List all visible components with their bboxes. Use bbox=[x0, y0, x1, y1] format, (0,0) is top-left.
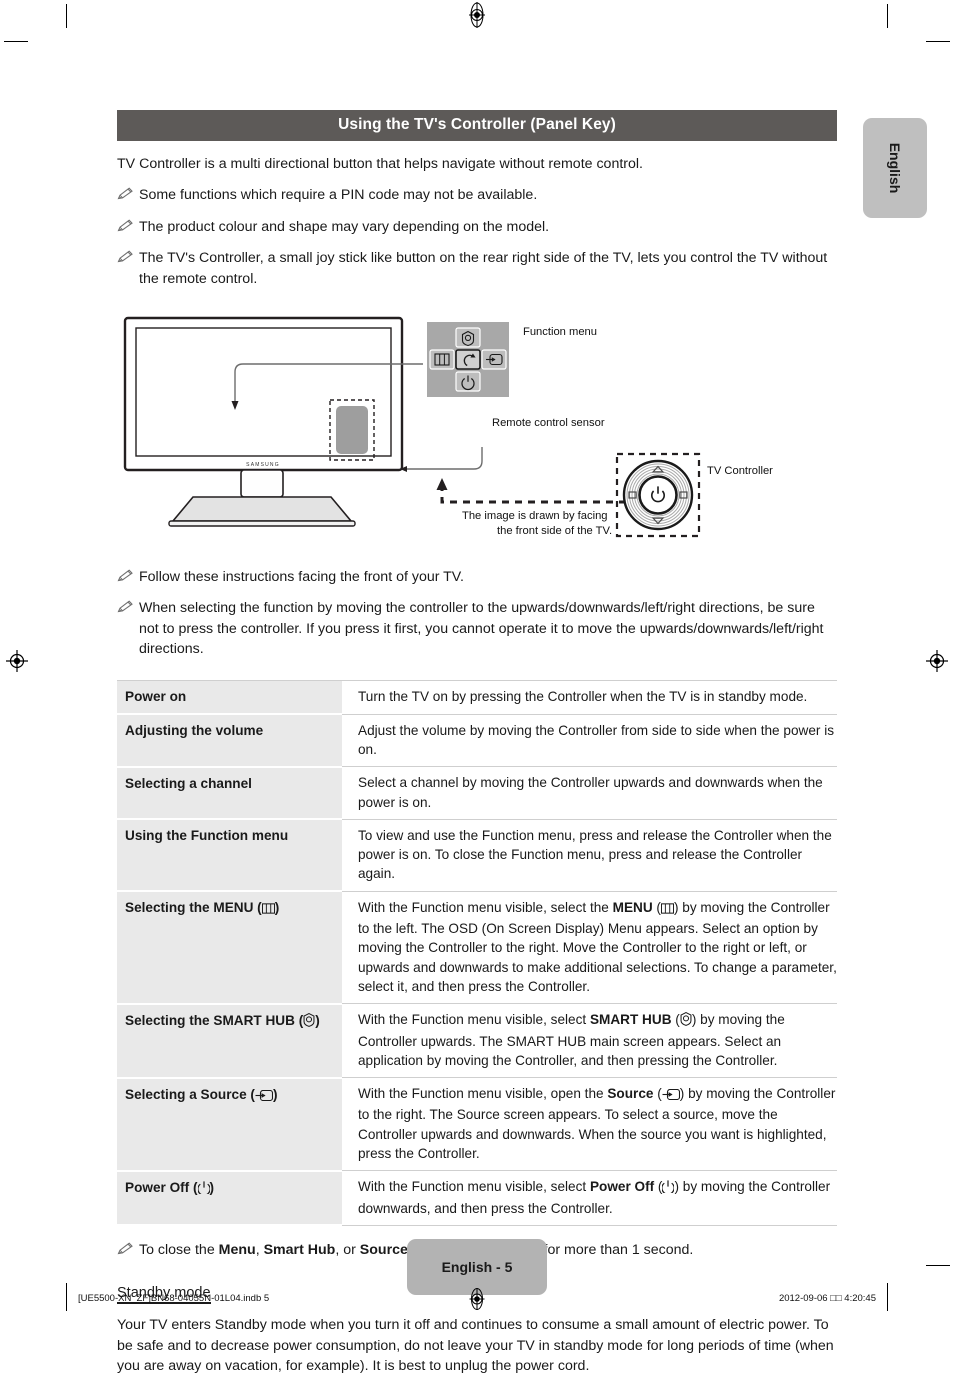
svg-text:SAMSUNG: SAMSUNG bbox=[246, 462, 280, 468]
facing-note-line-1: The image is drawn by facing bbox=[462, 509, 608, 522]
note-item: When selecting the function by moving th… bbox=[117, 598, 837, 660]
intro-paragraph: TV Controller is a multi directional but… bbox=[117, 156, 643, 172]
footer-file-info: [UE5500-XN_ZF]BN68-04055N-01L04.indb 5 bbox=[78, 1293, 270, 1304]
controller-functions-table: Power on Turn the TV on by pressing the … bbox=[117, 679, 837, 1227]
table-row-key-suffix: ) bbox=[315, 1012, 320, 1028]
table-row-value: With the Function menu visible, select S… bbox=[342, 1003, 837, 1079]
pencil-note-icon bbox=[117, 598, 139, 613]
value-pre: With the Function menu visible, select bbox=[358, 1179, 590, 1195]
crop-mark-top-left-horizontal bbox=[4, 41, 28, 42]
power-icon bbox=[196, 1180, 211, 1199]
table-row-value: With the Function menu visible, select P… bbox=[342, 1170, 837, 1226]
closing-mid-1: , bbox=[255, 1242, 264, 1259]
crop-mark-top-right-vertical bbox=[887, 4, 888, 28]
pencil-note-icon bbox=[117, 185, 139, 200]
tv-controller-diagram: SAMSUNG Function menu Remote control sen… bbox=[117, 306, 837, 556]
menu-icon bbox=[660, 900, 675, 919]
page-content: Using the TV's Controller (Panel Key) TV… bbox=[117, 110, 837, 1377]
footer-timestamp: 2012-09-06 □□ 4:20:45 bbox=[778, 1293, 876, 1304]
registration-mark-right bbox=[926, 650, 948, 672]
table-row-value: Select a channel by moving the Controlle… bbox=[342, 766, 837, 820]
page-title: Using the TV's Controller (Panel Key) bbox=[117, 110, 837, 141]
registration-mark-bottom bbox=[467, 1288, 487, 1310]
page-number-label: English - 5 bbox=[441, 1259, 513, 1275]
table-row: Selecting a Source () With the Function … bbox=[117, 1077, 837, 1172]
source-icon bbox=[662, 1086, 680, 1105]
value-bold: SMART HUB bbox=[589, 1012, 672, 1028]
closing-mid-2: , or bbox=[335, 1242, 360, 1259]
table-row-key-text: Selecting a Source ( bbox=[125, 1086, 255, 1102]
note-text: Follow these instructions facing the fro… bbox=[139, 568, 464, 585]
smart-hub-icon bbox=[303, 1012, 315, 1032]
table-row-key: Selecting a channel bbox=[117, 766, 342, 821]
table-row: Using the Function menu To view and use … bbox=[117, 819, 837, 893]
smart-hub-icon bbox=[680, 1012, 692, 1031]
standby-mode-paragraph: Your TV enters Standby mode when you tur… bbox=[117, 1317, 834, 1375]
note-text: Some functions which require a PIN code … bbox=[139, 187, 538, 204]
language-side-tab: English bbox=[863, 118, 927, 218]
value-pre: With the Function menu visible, select bbox=[358, 1012, 590, 1028]
function-menu-label: Function menu bbox=[523, 325, 598, 338]
table-row-key-suffix: ) bbox=[272, 1086, 278, 1102]
note-text: The product colour and shape may vary de… bbox=[139, 218, 550, 235]
note-item: The TV's Controller, a small joy stick l… bbox=[117, 248, 837, 289]
table-row-key-suffix: ) bbox=[274, 900, 280, 916]
pencil-note-icon bbox=[117, 248, 139, 263]
table-row: Selecting the SMART HUB () With the Func… bbox=[117, 1003, 837, 1079]
table-row-key-text: Selecting the MENU ( bbox=[125, 900, 262, 916]
note-item: Follow these instructions facing the fro… bbox=[117, 567, 837, 588]
closing-bold-smart-hub: Smart Hub bbox=[263, 1242, 336, 1259]
value-bold: MENU bbox=[612, 899, 653, 915]
menu-icon bbox=[261, 900, 275, 919]
crop-mark-left-horizontal bbox=[926, 1265, 950, 1266]
tv-controller-label: TV Controller bbox=[707, 464, 773, 477]
source-icon bbox=[255, 1087, 273, 1106]
note-text: The TV's Controller, a small joy stick l… bbox=[139, 250, 828, 287]
value-pre: With the Function menu visible, select t… bbox=[358, 899, 613, 915]
table-row-key-suffix: ) bbox=[209, 1179, 215, 1195]
table-row-value: With the Function menu visible, select t… bbox=[342, 891, 837, 1005]
crop-mark-bottom-right-vertical bbox=[887, 1283, 888, 1311]
table-row-key: Power Off () bbox=[117, 1170, 342, 1227]
crop-mark-top-right-horizontal bbox=[926, 41, 950, 42]
pencil-note-icon bbox=[117, 1240, 139, 1255]
value-pre: With the Function menu visible, open the bbox=[358, 1086, 608, 1102]
pencil-note-icon bbox=[117, 217, 139, 232]
registration-mark-top bbox=[466, 2, 488, 28]
language-side-tab-label: English bbox=[887, 142, 903, 194]
table-row: Selecting the MENU () With the Function … bbox=[117, 891, 837, 1005]
table-row: Adjusting the volume Adjust the volume b… bbox=[117, 714, 837, 768]
table-row-value: To view and use the Function menu, press… bbox=[342, 819, 837, 892]
table-row-value: Adjust the volume by moving the Controll… bbox=[342, 714, 837, 768]
table-row: Selecting a channel Select a channel by … bbox=[117, 766, 837, 821]
closing-bold-menu: Menu bbox=[218, 1242, 256, 1259]
facing-note-line-2: the front side of the TV. bbox=[497, 524, 613, 537]
note-item: Some functions which require a PIN code … bbox=[117, 185, 837, 206]
table-row-key-text: Power Off ( bbox=[125, 1179, 198, 1195]
note-item: The product colour and shape may vary de… bbox=[117, 217, 837, 238]
table-row-value: With the Function menu visible, open the… bbox=[342, 1077, 837, 1172]
closing-bold-source: Source bbox=[359, 1242, 408, 1259]
table-row-key: Selecting the SMART HUB () bbox=[117, 1003, 342, 1079]
pencil-note-icon bbox=[117, 567, 139, 582]
table-row-value: Turn the TV on by pressing the Controlle… bbox=[342, 679, 837, 715]
value-bold: Source bbox=[607, 1086, 654, 1102]
remote-control-sensor-label: Remote control sensor bbox=[492, 416, 605, 429]
value-bold: Power Off bbox=[589, 1179, 655, 1195]
power-icon bbox=[661, 1179, 676, 1198]
crop-mark-top-left-vertical bbox=[66, 4, 67, 28]
table-row-key: Using the Function menu bbox=[117, 819, 342, 893]
table-row: Power on Turn the TV on by pressing the … bbox=[117, 679, 837, 716]
table-row-key: Selecting the MENU () bbox=[117, 891, 342, 1005]
table-row-key: Adjusting the volume bbox=[117, 714, 342, 768]
crop-mark-bottom-left-vertical bbox=[66, 1283, 67, 1311]
registration-mark-left bbox=[6, 650, 28, 672]
page-number-badge: English - 5 bbox=[407, 1239, 547, 1295]
note-text: When selecting the function by moving th… bbox=[139, 600, 824, 658]
table-row-key: Power on bbox=[117, 679, 342, 716]
table-row: Power Off () With the Function menu visi… bbox=[117, 1170, 837, 1227]
closing-pre: To close the bbox=[139, 1242, 219, 1259]
table-row-key-text: Selecting the SMART HUB ( bbox=[125, 1012, 304, 1028]
table-row-key: Selecting a Source () bbox=[117, 1077, 342, 1172]
